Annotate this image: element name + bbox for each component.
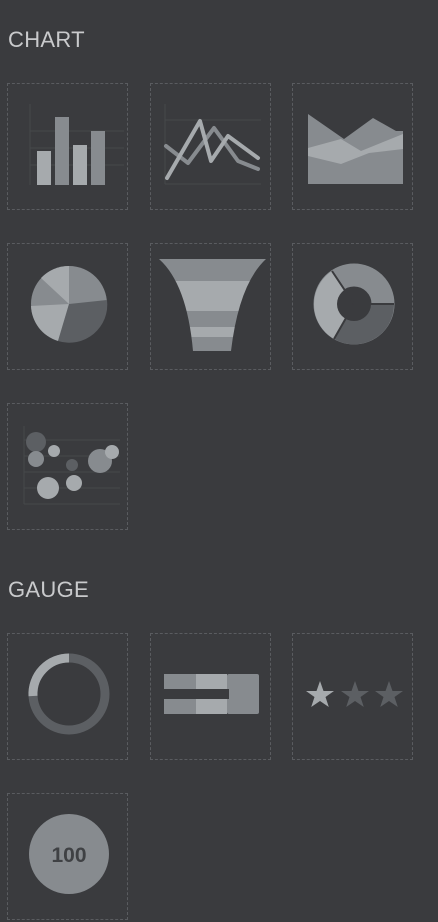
area-chart-icon xyxy=(308,114,403,184)
star-rating-tile[interactable] xyxy=(292,633,413,760)
bullet-gauge-icon xyxy=(164,674,259,714)
star-rating-icon xyxy=(306,681,403,707)
kpi-number-icon: 100 xyxy=(29,814,109,894)
funnel-chart-icon xyxy=(159,259,266,351)
kpi-number-label: 100 xyxy=(51,844,86,867)
area-chart-tile[interactable] xyxy=(292,83,413,210)
kpi-number-tile[interactable]: 100 xyxy=(7,793,128,920)
line-chart-icon xyxy=(164,104,261,185)
chart-section-title: CHART xyxy=(8,27,85,52)
pie-chart-tile[interactable] xyxy=(7,243,128,370)
donut-chart-tile[interactable] xyxy=(292,243,413,370)
pie-chart-icon xyxy=(31,265,108,343)
star-icon xyxy=(375,681,403,707)
star-icon xyxy=(306,681,334,707)
ring-gauge-icon xyxy=(28,653,110,735)
funnel-chart-tile[interactable] xyxy=(150,243,271,370)
scatter-chart-tile[interactable] xyxy=(7,403,128,530)
bullet-gauge-tile[interactable] xyxy=(150,633,271,760)
line-chart-tile[interactable] xyxy=(150,83,271,210)
gauge-section-title: GAUGE xyxy=(8,577,89,602)
donut-chart-icon xyxy=(313,263,395,345)
scatter-chart-icon xyxy=(23,426,120,505)
star-icon xyxy=(341,681,369,707)
bar-chart-icon xyxy=(29,104,124,185)
bar-chart-tile[interactable] xyxy=(7,83,128,210)
ring-gauge-tile[interactable] xyxy=(7,633,128,760)
